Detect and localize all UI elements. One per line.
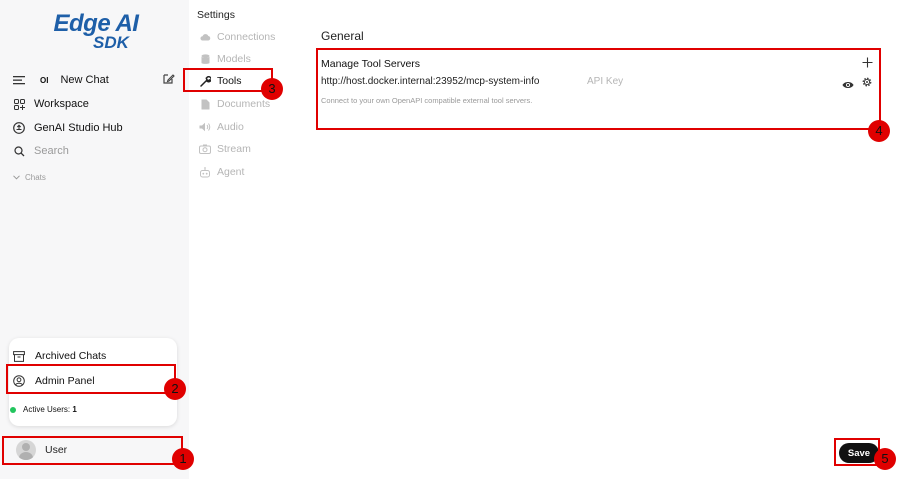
database-icon <box>199 53 211 65</box>
annotation-box-2 <box>6 364 176 394</box>
stream-label: Stream <box>217 143 251 155</box>
chats-section-toggle[interactable]: Chats <box>12 167 46 187</box>
speaker-icon <box>199 121 211 133</box>
search-icon <box>12 144 26 158</box>
cloud-icon <box>199 31 211 43</box>
documents-label: Documents <box>217 98 271 110</box>
settings-nav-connections[interactable]: Connections <box>199 29 275 45</box>
annotation-box-5 <box>834 438 880 466</box>
workspace-label: Workspace <box>34 98 89 110</box>
annotation-marker-2: 2 <box>164 378 186 400</box>
models-label: Models <box>217 53 251 65</box>
chevron-down-icon <box>12 170 20 184</box>
connections-label: Connections <box>217 31 276 43</box>
robot-icon <box>199 166 211 178</box>
archived-chats-label: Archived Chats <box>35 350 107 362</box>
sidebar-search[interactable]: Search <box>12 141 69 161</box>
sidebar-toggle-button[interactable] <box>12 70 34 90</box>
settings-nav-models[interactable]: Models <box>199 51 251 67</box>
active-users-status: Active Users: 1 <box>10 405 77 414</box>
edge-ai-sdk-logo[interactable]: Edge AI SDK <box>46 12 146 52</box>
agent-label: Agent <box>217 166 245 178</box>
hamburger-menu-icon[interactable] <box>12 73 26 87</box>
archive-box-icon <box>12 349 26 363</box>
sidebar: Edge AI SDK OI New Chat Workspace GenAI … <box>0 0 189 479</box>
annotation-box-3 <box>183 68 273 92</box>
annotation-marker-3: 3 <box>261 78 283 100</box>
settings-nav-stream[interactable]: Stream <box>199 141 251 157</box>
workspace-grid-icon <box>12 97 26 111</box>
settings-nav-agent[interactable]: Agent <box>199 164 244 180</box>
camera-icon <box>199 143 211 155</box>
genai-studio-hub-label: GenAI Studio Hub <box>34 122 123 134</box>
new-chat-button[interactable]: OI New Chat <box>40 70 109 90</box>
annotation-marker-4: 4 <box>868 120 890 142</box>
online-dot-icon <box>10 406 16 413</box>
sidebar-item-genai-studio-hub[interactable]: GenAI Studio Hub <box>12 118 123 138</box>
document-icon <box>199 98 211 110</box>
archived-chats-menu-item[interactable]: Archived Chats <box>12 347 106 365</box>
annotation-box-4 <box>316 48 881 130</box>
annotation-marker-1: 1 <box>172 448 194 470</box>
openwebui-glyph: OI <box>40 75 49 85</box>
settings-nav-documents[interactable]: Documents <box>199 96 270 112</box>
annotation-marker-5: 5 <box>874 448 896 470</box>
audio-label: Audio <box>217 121 244 133</box>
active-users-label: Active Users: <box>23 405 71 414</box>
new-chat-label: New Chat <box>60 74 109 86</box>
sidebar-item-workspace[interactable]: Workspace <box>12 94 89 114</box>
settings-nav-audio[interactable]: Audio <box>199 119 244 135</box>
chats-label: Chats <box>25 172 46 182</box>
search-placeholder: Search <box>34 145 69 157</box>
cloud-upload-icon <box>12 121 26 135</box>
settings-title: Settings <box>197 9 235 21</box>
active-users-count: 1 <box>72 405 77 414</box>
compose-icon[interactable] <box>162 72 175 90</box>
annotation-box-1 <box>2 436 183 465</box>
general-section-title: General <box>321 29 364 43</box>
